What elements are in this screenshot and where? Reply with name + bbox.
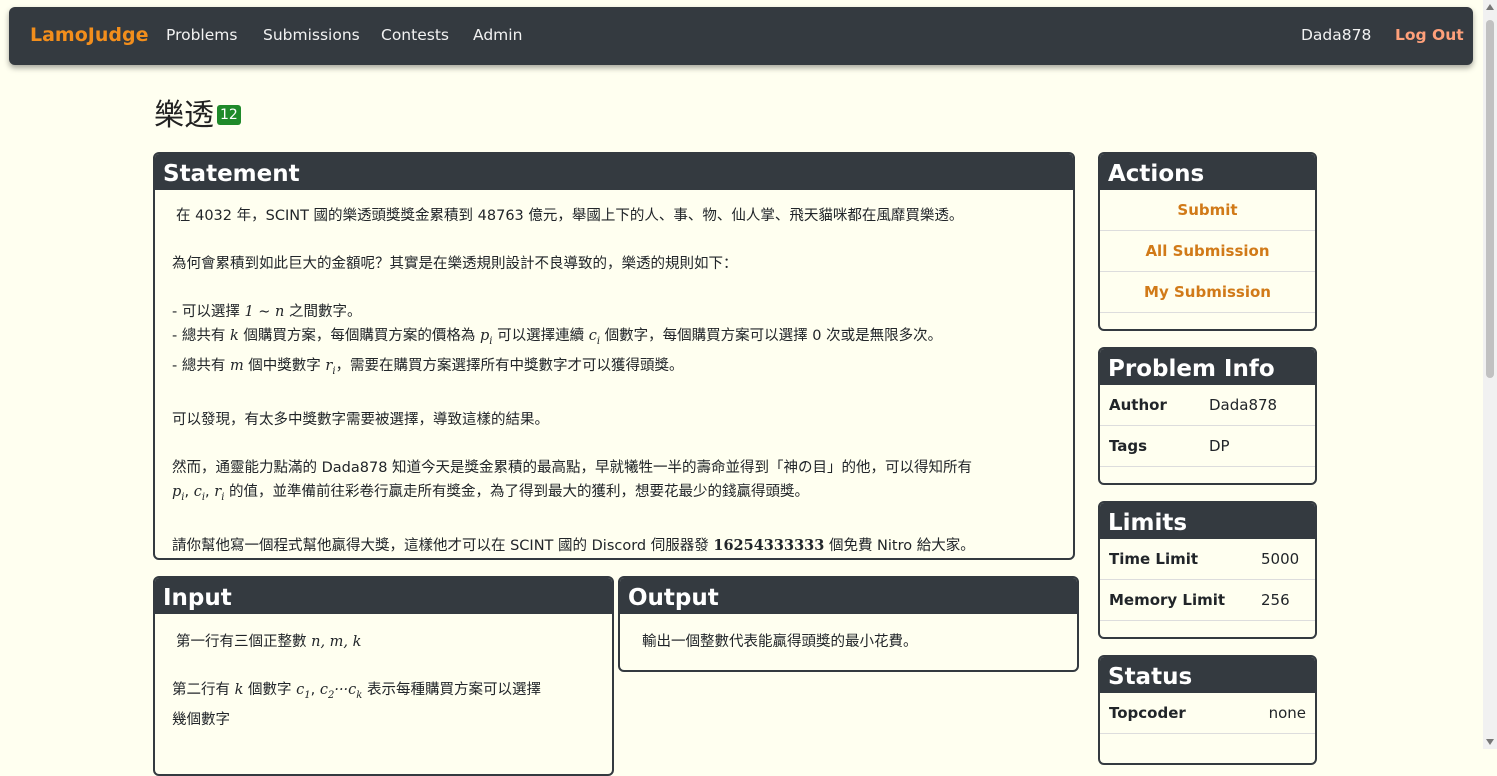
time-limit-value: 5000 <box>1261 550 1300 568</box>
tags-label: Tags <box>1109 437 1148 455</box>
time-limit-row: Time Limit 5000 <box>1100 539 1315 580</box>
submit-link[interactable]: Submit <box>1100 190 1315 231</box>
rule-3: - 總共有 m 個中獎數字 ri，需要在購買方案選擇所有中獎數字才可以獲得頭獎。 <box>172 357 684 377</box>
tags-row: Tags DP <box>1100 426 1315 467</box>
problem-info-card: Problem Info Author Dada878 Tags DP <box>1098 347 1317 485</box>
all-submission-link[interactable]: All Submission <box>1100 231 1315 272</box>
statement-p1: 在 4032 年，SCINT 國的樂透頭獎獎金累積到 48763 億元，舉國上下… <box>176 208 964 224</box>
nav-contests[interactable]: Contests <box>381 26 449 44</box>
author-row: Author Dada878 <box>1100 385 1315 426</box>
input-line-1: 第一行有三個正整數 n, m, k <box>176 634 362 650</box>
input-body: 第一行有三個正整數 n, m, k 第二行有 k 個數字 c1, c2···ck… <box>155 614 612 732</box>
nav-submissions[interactable]: Submissions <box>263 26 360 44</box>
scroll-up-arrow-icon[interactable] <box>1486 4 1494 10</box>
statement-p4: 可以發現，有太多中獎數字需要被選擇，導致這樣的結果。 <box>172 411 549 428</box>
topcoder-label: Topcoder <box>1109 704 1186 722</box>
memory-limit-label: Memory Limit <box>1109 591 1226 609</box>
difficulty-badge: 12 <box>217 105 241 125</box>
my-submission-link[interactable]: My Submission <box>1100 272 1315 313</box>
logout-link[interactable]: Log Out <box>1395 26 1464 44</box>
input-card: Input 第一行有三個正整數 n, m, k 第二行有 k 個數字 c1, c… <box>153 576 614 776</box>
scroll-thumb[interactable] <box>1486 20 1494 378</box>
statement-p2: 為何會累積到如此巨大的金額呢？其實是在樂透規則設計不良導致的，樂透的規則如下： <box>172 256 738 272</box>
navbar: LamoJudge Problems Submissions Contests … <box>9 7 1473 65</box>
problem-info-header: Problem Info <box>1100 349 1315 385</box>
rule-2: - 總共有 k 個購買方案，每個購買方案的價格為 pi 可以選擇連續 ci 個數… <box>172 328 943 347</box>
page-scrollbar[interactable] <box>1483 0 1497 749</box>
statement-p5: 然而，通靈能力點滿的 Dada878 知道今天是獎金累積的最高點，早就犧牲一半的… <box>172 459 973 503</box>
output-card: Output 輸出一個整數代表能贏得頭獎的最小花費。 <box>618 576 1079 672</box>
output-body: 輸出一個整數代表能贏得頭獎的最小花費。 <box>620 614 1077 654</box>
input-header: Input <box>155 578 612 614</box>
rule-1: - 可以選擇 1 ∼ n 之間數字。 <box>172 304 362 320</box>
limits-card: Limits Time Limit 5000 Memory Limit 256 <box>1098 501 1317 639</box>
topcoder-row: Topcoder none <box>1100 693 1315 734</box>
memory-limit-row: Memory Limit 256 <box>1100 580 1315 621</box>
topcoder-value: none <box>1268 704 1306 722</box>
brand-logo[interactable]: LamoJudge <box>30 24 148 46</box>
page-title: 樂透 12 <box>154 90 241 134</box>
nav-problems[interactable]: Problems <box>166 26 237 44</box>
actions-card: Actions Submit All Submission My Submiss… <box>1098 152 1317 331</box>
statement-body: 在 4032 年，SCINT 國的樂透頭獎獎金累積到 48763 億元，舉國上下… <box>155 190 1073 558</box>
statement-p6: 請你幫他寫一個程式幫他贏得大獎，這樣他才可以在 SCINT 國的 Discord… <box>172 536 975 554</box>
limits-header: Limits <box>1100 503 1315 539</box>
input-line-3: 幾個數字 <box>172 711 230 728</box>
input-line-2: 第二行有 k 個數字 c1, c2···ck 表示每種購買方案可以選擇 <box>172 682 541 701</box>
memory-limit-value: 256 <box>1261 591 1290 609</box>
nav-admin[interactable]: Admin <box>473 26 522 44</box>
author-value: Dada878 <box>1209 396 1278 414</box>
status-header: Status <box>1100 657 1315 693</box>
output-header: Output <box>620 578 1077 614</box>
output-text: 輸出一個整數代表能贏得頭獎的最小花費。 <box>642 634 918 650</box>
tags-value: DP <box>1209 437 1230 455</box>
nav-username[interactable]: Dada878 <box>1301 26 1371 44</box>
actions-header: Actions <box>1100 154 1315 190</box>
author-label: Author <box>1109 396 1167 414</box>
statement-header: Statement <box>155 154 1073 190</box>
problem-title: 樂透 <box>154 98 214 133</box>
time-limit-label: Time Limit <box>1109 550 1199 568</box>
scroll-down-arrow-icon[interactable] <box>1486 739 1494 745</box>
statement-card: Statement 在 4032 年，SCINT 國的樂透頭獎獎金累積到 487… <box>153 152 1075 560</box>
